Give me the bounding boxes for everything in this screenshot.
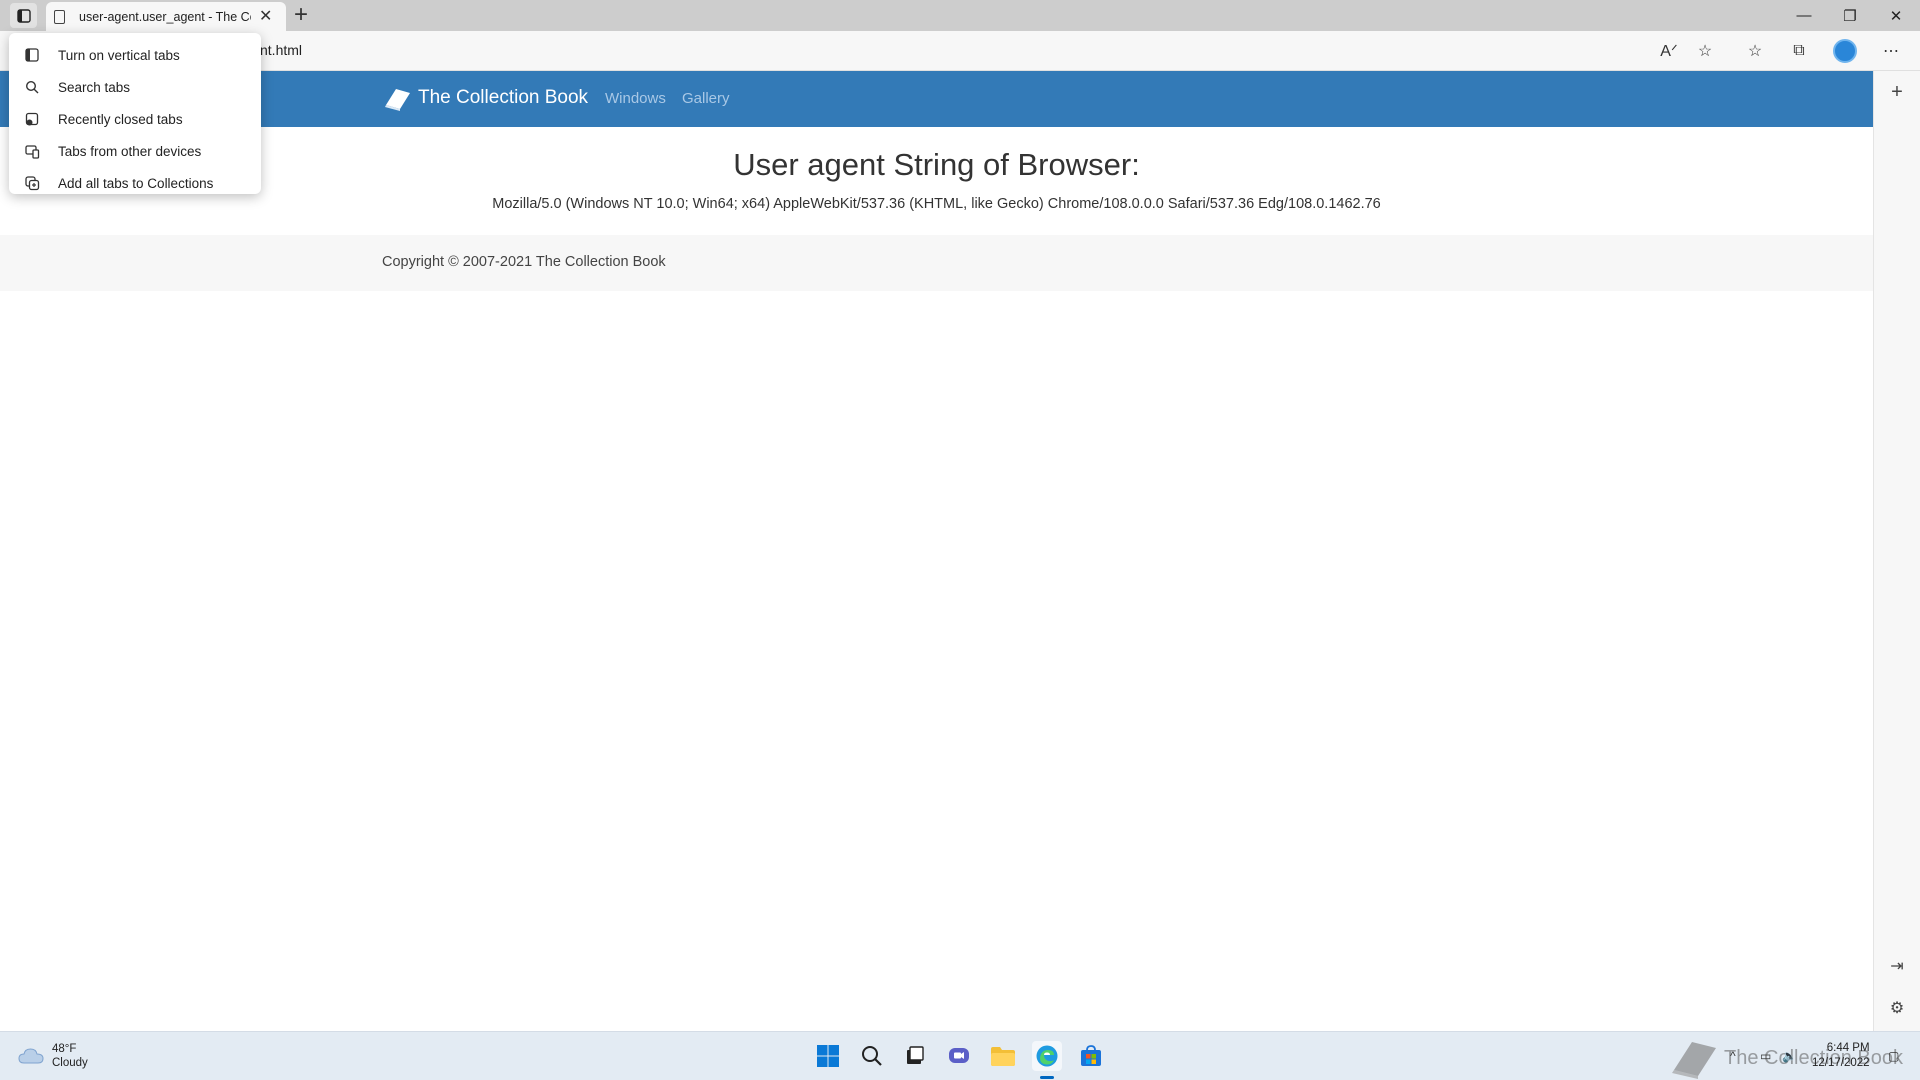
search-icon	[862, 1046, 882, 1066]
menu-item-label: Recently closed tabs	[58, 111, 183, 127]
windows-logo-icon	[817, 1045, 839, 1067]
edge-icon	[1036, 1045, 1058, 1067]
network-icon[interactable]: ▭	[1760, 1049, 1771, 1063]
collections-icon[interactable]: ⧉	[1787, 39, 1811, 63]
search-icon	[23, 78, 41, 96]
toolbar: nt.html A͏ᐟ ☆ ☆ ⧉ ⋯	[0, 31, 1920, 71]
teams-chat-icon	[949, 1048, 969, 1063]
page-footer: Copyright © 2007-2021 The Collection Boo…	[0, 235, 1873, 291]
menu-item-label: Add all tabs to Collections	[58, 175, 214, 191]
site-navbar: The Collection Book Windows Gallery	[0, 71, 1873, 127]
menu-item-label: Turn on vertical tabs	[58, 47, 180, 63]
browser-tab[interactable]: user-agent.user_agent - The Coll ✕	[46, 2, 286, 31]
store-icon	[1081, 1045, 1101, 1066]
edge-sidebar: + ⇥ ⚙	[1873, 71, 1920, 1031]
tab-actions-button[interactable]	[10, 3, 37, 28]
menu-item-label: Search tabs	[58, 79, 131, 95]
more-menu-icon[interactable]: ⋯	[1879, 39, 1903, 63]
screen: { "browser": { "tab_title": "user-agent.…	[0, 0, 1920, 1080]
add-sidebar-app-icon[interactable]: +	[1886, 81, 1908, 103]
show-hidden-icons[interactable]: ^	[1730, 1049, 1736, 1063]
minimize-button[interactable]: —	[1781, 0, 1827, 31]
menu-item-add-to-collections[interactable]: Add all tabs to Collections	[9, 167, 261, 199]
notifications-icon[interactable]: ▢	[1888, 1049, 1899, 1063]
profile-avatar[interactable]	[1833, 39, 1857, 63]
read-aloud-icon[interactable]: A͏ᐟ	[1657, 39, 1681, 63]
web-page: The Collection Book Windows Gallery User…	[0, 71, 1873, 1031]
nav-link-gallery[interactable]: Gallery	[682, 90, 730, 107]
start-button[interactable]	[813, 1041, 843, 1071]
book-watermark-icon	[1672, 1042, 1716, 1079]
menu-item-other-devices[interactable]: Tabs from other devices	[9, 135, 261, 167]
cloud-icon	[18, 1048, 44, 1064]
menu-item-label: Tabs from other devices	[58, 143, 202, 159]
page-title: User agent String of Browser:	[733, 147, 1140, 182]
tab-actions-menu: Turn on vertical tabs Search tabs Recent…	[9, 33, 261, 194]
weather-condition: Cloudy	[52, 1057, 88, 1069]
file-explorer-button[interactable]	[988, 1041, 1018, 1071]
menu-item-recently-closed[interactable]: Recently closed tabs	[9, 103, 261, 135]
settings-icon[interactable]: ⚙	[1886, 997, 1908, 1019]
chat-button[interactable]	[944, 1041, 974, 1071]
site-brand[interactable]: The Collection Book	[382, 85, 588, 111]
taskbar: 48°F Cloudy The Collection Book ^ ▭ 🔈 6:…	[0, 1031, 1920, 1080]
active-app-indicator	[1040, 1076, 1054, 1079]
collections-icon	[23, 174, 41, 192]
volume-icon[interactable]: 🔈	[1782, 1049, 1797, 1063]
system-clock[interactable]: 6:44 PM 12/17/2022	[1812, 1041, 1870, 1071]
new-tab-button[interactable]: +	[294, 2, 308, 28]
tab-actions-icon	[16, 8, 31, 23]
brand-name: The Collection Book	[418, 87, 589, 108]
recently-closed-icon	[23, 110, 41, 128]
temperature: 48°F	[52, 1043, 77, 1055]
hide-sidebar-icon[interactable]: ⇥	[1886, 955, 1908, 977]
folder-icon	[991, 1047, 1015, 1066]
menu-item-vertical-tabs[interactable]: Turn on vertical tabs	[9, 39, 261, 71]
user-agent-string: Mozilla/5.0 (Windows NT 10.0; Win64; x64…	[492, 196, 1381, 212]
menu-item-search-tabs[interactable]: Search tabs	[9, 71, 261, 103]
restore-button[interactable]: ❐	[1827, 0, 1873, 31]
tab-title: user-agent.user_agent - The Coll	[79, 9, 251, 24]
search-button[interactable]	[857, 1041, 887, 1071]
address-bar[interactable]: nt.html	[260, 42, 302, 58]
task-view-button[interactable]	[900, 1041, 930, 1071]
store-button[interactable]	[1076, 1041, 1106, 1071]
tab-strip: user-agent.user_agent - The Coll ✕ + — ❐…	[0, 0, 1920, 31]
page-icon	[54, 9, 65, 24]
clock-time: 6:44 PM	[1826, 1042, 1870, 1054]
vertical-tabs-icon	[23, 46, 41, 64]
devices-icon	[23, 142, 41, 160]
close-tab-icon[interactable]: ✕	[259, 8, 272, 25]
clock-date: 12/17/2022	[1812, 1057, 1870, 1069]
nav-link-windows[interactable]: Windows	[605, 90, 666, 107]
copyright-text: Copyright © 2007-2021 The Collection Boo…	[382, 254, 666, 270]
task-view-icon	[907, 1046, 924, 1064]
add-favorite-icon[interactable]: ☆	[1693, 39, 1717, 63]
edge-taskbar-button[interactable]	[1032, 1041, 1062, 1071]
favorites-icon[interactable]: ☆	[1743, 39, 1767, 63]
book-logo-icon	[385, 89, 410, 111]
weather-widget[interactable]: 48°F Cloudy	[18, 1042, 88, 1070]
close-window-button[interactable]: ✕	[1873, 0, 1919, 31]
